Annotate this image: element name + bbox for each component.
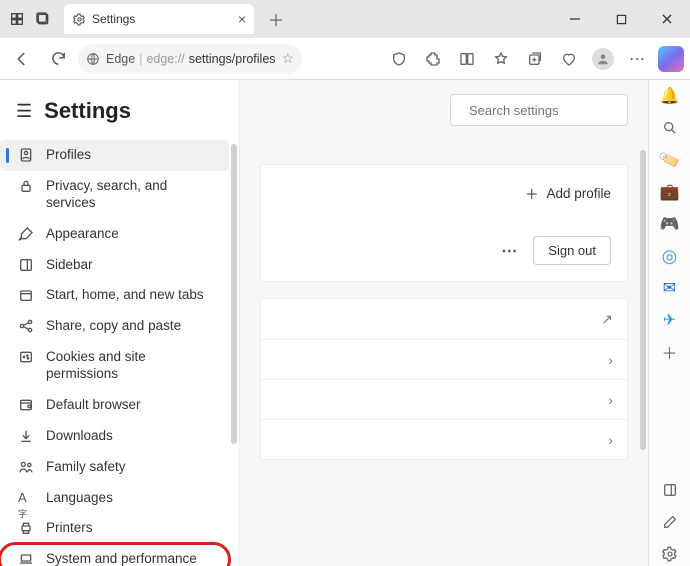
list-item[interactable]: › (261, 379, 627, 419)
favorite-star-icon[interactable]: ☆ (282, 50, 295, 67)
plus-icon: ＋ (525, 183, 539, 203)
page-title: Settings (44, 98, 131, 124)
settings-sidebar: ☰ Settings Profiles Privacy, search, and… (0, 80, 240, 566)
list-item[interactable]: ↗ (261, 299, 627, 339)
games-icon[interactable]: 🎮 (658, 212, 682, 236)
sidebar-icon (18, 257, 34, 273)
new-tab-button[interactable]: ＋ (262, 4, 290, 34)
split-screen-icon[interactable] (452, 44, 482, 74)
browser-icon (18, 397, 34, 413)
tab-title: Settings (92, 12, 232, 26)
notifications-icon[interactable]: 🔔 (658, 84, 682, 108)
tools-icon[interactable]: 💼 (658, 180, 682, 204)
address-text: Edge | edge://settings/profiles (106, 52, 276, 66)
refresh-button[interactable] (42, 43, 74, 75)
settings-search[interactable] (450, 94, 628, 126)
more-menu-icon[interactable]: ⋯ (622, 44, 652, 74)
nav-profiles[interactable]: Profiles (0, 140, 229, 171)
sidebar-settings-icon[interactable] (658, 542, 682, 566)
nav-appearance[interactable]: Appearance (0, 219, 229, 250)
window-titlebar: Settings × ＋ (0, 0, 690, 38)
address-bar[interactable]: Edge | edge://settings/profiles ☆ (78, 44, 302, 74)
download-icon (18, 428, 34, 444)
edge-sidebar: 🔔 🏷️ 💼 🎮 ◎ ✉ ✈ ＋ (648, 80, 690, 566)
printer-icon (18, 520, 34, 536)
sign-out-button[interactable]: Sign out (533, 236, 611, 265)
nav-default-browser[interactable]: Default browser (0, 390, 229, 421)
chevron-right-icon: › (608, 432, 613, 448)
settings-search-input[interactable] (469, 103, 645, 118)
office-icon[interactable]: ◎ (658, 244, 682, 268)
collections-icon[interactable] (520, 44, 550, 74)
nav-printers[interactable]: Printers (0, 513, 229, 544)
close-window-button[interactable] (644, 0, 690, 38)
nav-system-performance[interactable]: System and performance (0, 544, 229, 566)
sidebar-scrollbar[interactable] (231, 144, 237, 444)
external-link-icon: ↗ (601, 311, 613, 328)
cookies-icon (18, 349, 34, 365)
search-sidebar-icon[interactable] (658, 116, 682, 140)
nav-sidebar[interactable]: Sidebar (0, 250, 229, 281)
minimize-button[interactable] (552, 0, 598, 38)
add-profile-button[interactable]: ＋ Add profile (525, 183, 611, 203)
copilot-icon[interactable] (658, 46, 684, 72)
chevron-right-icon: › (608, 352, 613, 368)
lock-icon (18, 178, 34, 194)
profile-settings-list: ↗ › › › (260, 298, 628, 460)
edge-icon (86, 52, 100, 66)
profile-card: ＋ Add profile ⋯ Sign out (260, 164, 628, 282)
tab-actions-icon[interactable] (34, 10, 52, 28)
chevron-right-icon: › (608, 392, 613, 408)
hide-sidebar-icon[interactable] (658, 478, 682, 502)
nav-languages[interactable]: A字 Languages (0, 483, 229, 514)
shopping-tag-icon[interactable]: 🏷️ (654, 145, 685, 176)
back-button[interactable] (6, 43, 38, 75)
profile-icon (18, 147, 34, 163)
nav-privacy[interactable]: Privacy, search, and services (0, 171, 229, 219)
main-scrollbar[interactable] (640, 150, 646, 450)
browser-toolbar: Edge | edge://settings/profiles ☆ ⋯ (0, 38, 690, 80)
workspaces-icon[interactable] (8, 10, 26, 28)
settings-main: ＋ Add profile ⋯ Sign out ↗ › › › (240, 80, 648, 566)
nav-cookies[interactable]: Cookies and site permissions (0, 342, 229, 390)
gear-icon (72, 12, 86, 26)
add-sidebar-icon[interactable]: ＋ (658, 340, 682, 364)
browser-health-icon[interactable] (554, 44, 584, 74)
list-item[interactable]: › (261, 339, 627, 379)
family-icon (18, 459, 34, 475)
brush-icon (18, 226, 34, 242)
nav-downloads[interactable]: Downloads (0, 421, 229, 452)
profile-more-button[interactable]: ⋯ (501, 241, 519, 261)
maximize-button[interactable] (598, 0, 644, 38)
languages-icon: A字 (18, 490, 34, 506)
extensions-icon[interactable] (418, 44, 448, 74)
edit-sidebar-icon[interactable] (658, 510, 682, 534)
share-icon (18, 318, 34, 334)
titlebar-left: Settings × ＋ (0, 0, 298, 38)
laptop-icon (18, 551, 34, 566)
nav-share-copy[interactable]: Share, copy and paste (0, 311, 229, 342)
outlook-icon[interactable]: ✉ (658, 276, 682, 300)
tab-close-icon[interactable]: × (238, 11, 246, 27)
list-item[interactable]: › (261, 419, 627, 459)
nav-family[interactable]: Family safety (0, 452, 229, 483)
drop-icon[interactable]: ✈ (658, 308, 682, 332)
profile-avatar[interactable] (588, 44, 618, 74)
tabs-icon (18, 287, 34, 303)
hamburger-icon[interactable]: ☰ (16, 101, 32, 122)
tracking-protection-icon[interactable] (384, 44, 414, 74)
window-controls (552, 0, 690, 38)
favorites-icon[interactable] (486, 44, 516, 74)
browser-tab[interactable]: Settings × (64, 4, 254, 34)
nav-start-home[interactable]: Start, home, and new tabs (0, 280, 229, 311)
